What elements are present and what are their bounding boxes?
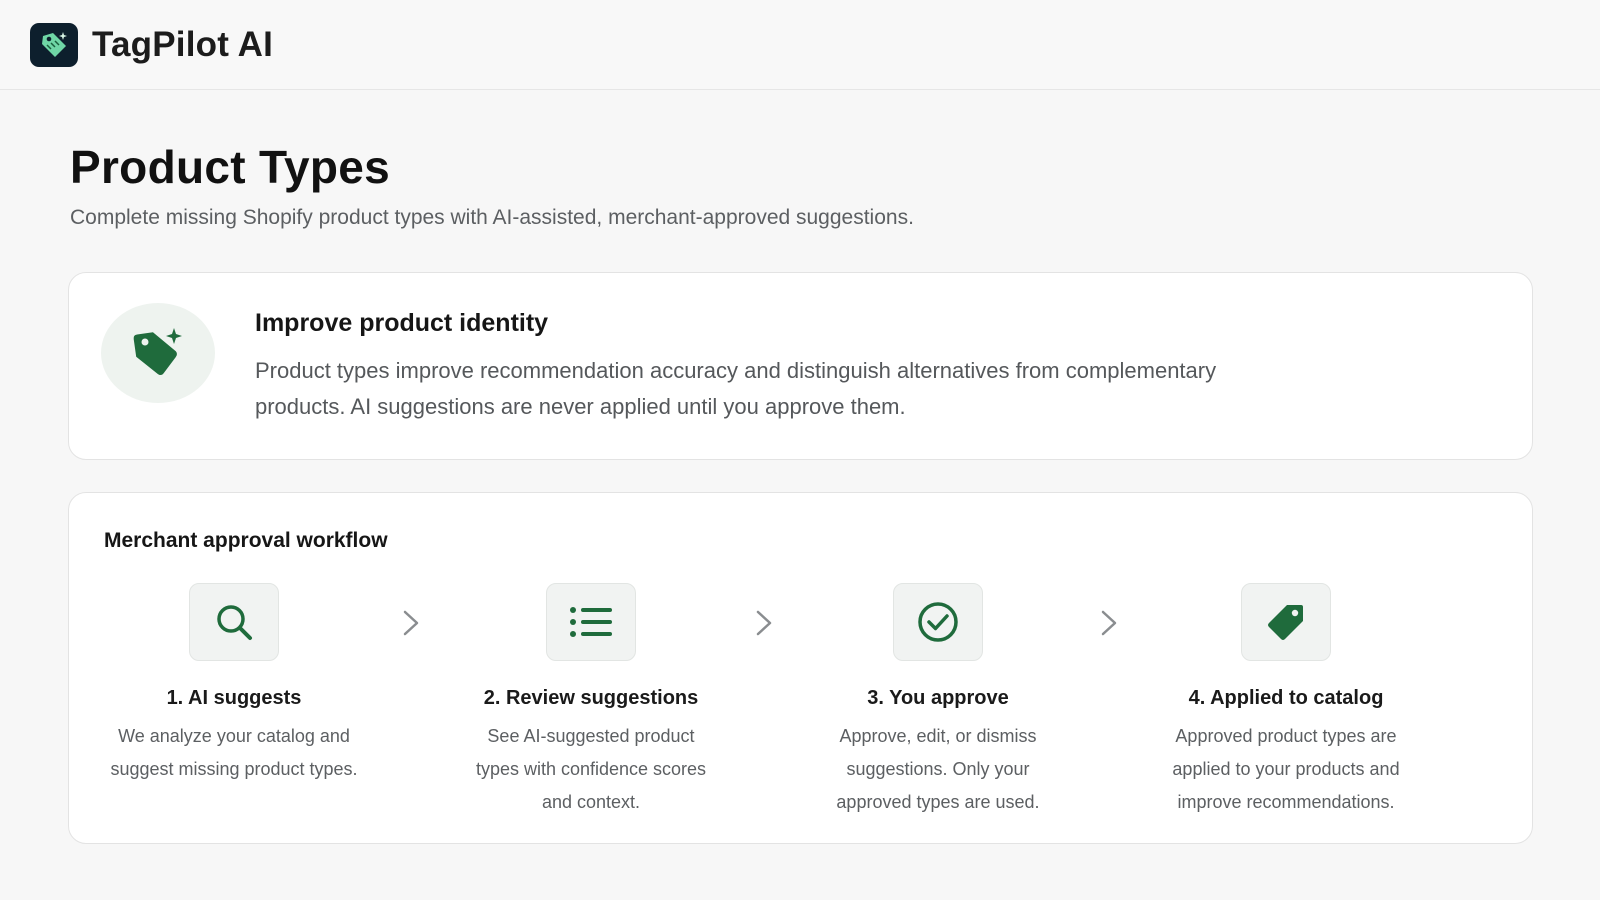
tag-logo-icon[interactable] [30,22,78,67]
step-title: 1. AI suggests [166,687,302,709]
step-description: See AI-suggested product types with conf… [475,726,707,812]
workflow-step-applied: 4. Applied to catalog Approved product t… [1136,583,1436,819]
workflow-step-ai-suggests: 1. AI suggests We analyze your catalog a… [84,583,384,786]
search-icon [189,583,279,661]
chevron-right-icon [756,610,772,636]
tag-icon [1241,583,1331,661]
workflow-title: Merchant approval workflow [104,529,388,552]
chevron-right-icon [403,610,419,636]
step-title: 2. Review suggestions [483,687,699,709]
workflow-card: Merchant approval workflow 1. AI suggest… [68,492,1533,844]
page-title: Product Types [70,141,390,193]
identity-card: Improve product identity Product types i… [68,272,1533,460]
step-description: Approved product types are applied to yo… [1172,726,1400,812]
top-bar: TagPilot AI [0,0,1600,90]
page-subtitle: Complete missing Shopify product types w… [70,206,914,229]
step-title: 3. You approve [867,687,1009,709]
list-icon [546,583,636,661]
app-name: TagPilot AI [92,24,274,64]
tag-sparkle-icon [101,303,215,403]
workflow-step-approve: 3. You approve Approve, edit, or dismiss… [788,583,1088,819]
identity-title: Improve product identity [255,309,549,337]
identity-text: Product types improve recommendation acc… [255,358,1217,419]
chevron-right-icon [1101,610,1117,636]
workflow-step-review: 2. Review suggestions See AI-suggested p… [441,583,741,819]
step-description: We analyze your catalog and suggest miss… [110,726,358,779]
step-title: 4. Applied to catalog [1188,687,1384,709]
step-description: Approve, edit, or dismiss suggestions. O… [836,726,1040,812]
check-circle-icon [893,583,983,661]
